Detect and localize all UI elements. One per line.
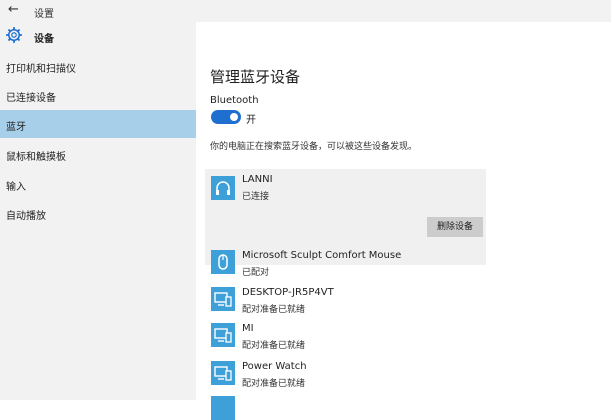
discovery-hint: 你的电脑正在搜索蓝牙设备，可以被这些设备发现。 — [210, 142, 418, 152]
main-panel: 管理蓝牙设备 Bluetooth 开 你的电脑正在搜索蓝牙设备，可以被这些设备发… — [196, 22, 611, 420]
sidebar-item-label: 自动播放 — [6, 211, 46, 222]
sidebar-title: 设备 — [34, 34, 54, 45]
headphones-icon — [211, 176, 235, 200]
window-title: 设置 — [34, 9, 54, 20]
device-name: MI — [242, 323, 254, 334]
remove-device-button[interactable]: 删除设备 — [427, 217, 483, 237]
device-status: 配对准备已就绪 — [242, 379, 306, 389]
sidebar-item-label: 蓝牙 — [6, 122, 26, 133]
sidebar-item-mouse-touchpad[interactable]: 鼠标和触摸板 — [0, 140, 196, 168]
device-status: 配对准备已就绪 — [242, 305, 306, 315]
back-arrow-icon[interactable]: ← — [8, 2, 19, 17]
sidebar: 设备 打印机和扫描仪 已连接设备 蓝牙 鼠标和触摸板 输入 自动播放 — [0, 22, 196, 400]
computer-phone-icon — [211, 323, 235, 347]
device-name: DESKTOP-JR5P4VT — [242, 287, 334, 298]
mouse-icon — [211, 250, 235, 274]
bluetooth-toggle[interactable] — [211, 110, 241, 124]
sidebar-item-printers[interactable]: 打印机和扫描仪 — [0, 52, 196, 80]
device-name: LANNI — [242, 174, 273, 185]
sidebar-item-label: 输入 — [6, 182, 26, 193]
gear-icon — [6, 27, 22, 43]
sidebar-item-label: 鼠标和触摸板 — [6, 152, 66, 163]
sidebar-header: 设备 — [0, 22, 196, 50]
sidebar-item-connected-devices[interactable]: 已连接设备 — [0, 81, 196, 109]
device-status: 已连接 — [242, 192, 270, 202]
page-title: 管理蓝牙设备 — [210, 68, 301, 86]
toggle-knob — [230, 113, 238, 121]
device-status: 已配对 — [242, 268, 270, 278]
computer-phone-icon — [211, 361, 235, 385]
computer-phone-icon — [211, 287, 235, 311]
sidebar-item-typing[interactable]: 输入 — [0, 170, 196, 198]
device-status: 配对准备已就绪 — [242, 341, 306, 351]
device-name: Power Watch — [242, 361, 307, 372]
sidebar-item-bluetooth[interactable]: 蓝牙 — [0, 110, 196, 138]
sidebar-item-label: 已连接设备 — [6, 93, 56, 104]
sidebar-item-autoplay[interactable]: 自动播放 — [0, 199, 196, 227]
sidebar-item-label: 打印机和扫描仪 — [6, 64, 76, 75]
device-name: Microsoft Sculpt Comfort Mouse — [242, 250, 402, 261]
toggle-state-label: 开 — [246, 115, 256, 126]
bluetooth-label: Bluetooth — [210, 95, 259, 106]
title-bar: ← 设置 — [0, 0, 611, 22]
